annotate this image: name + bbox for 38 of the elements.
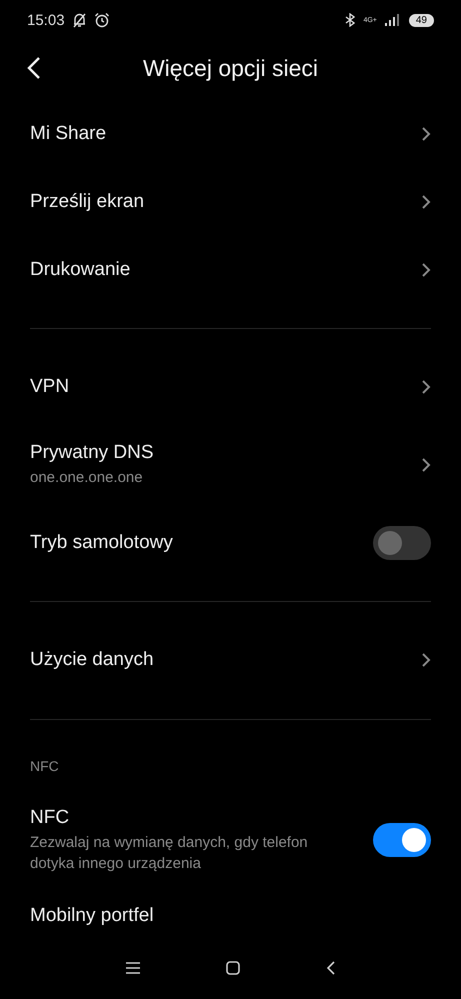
settings-item[interactable]: Mi Share (0, 100, 461, 168)
chevron-right-icon (421, 126, 431, 142)
toggle-switch[interactable] (373, 526, 431, 560)
chevron-left-icon (26, 56, 42, 80)
setting-title: NFC (30, 806, 70, 829)
chevron-right-icon (421, 379, 431, 396)
setting-title: Mobilny portfel (30, 905, 155, 928)
setting-description: one.one.one.one (30, 468, 144, 488)
setting-title: Mi Share (30, 123, 108, 145)
settings-item[interactable]: Drukowanie (0, 236, 461, 304)
chevron-right-icon (421, 457, 431, 474)
setting-title: Drukowanie (30, 259, 132, 281)
chevron-left-icon (326, 961, 336, 975)
section-header: NFC (29, 757, 60, 776)
setting-title: Prywatny DNS (30, 442, 155, 464)
toggle-switch[interactable] (373, 823, 431, 858)
menu-icon (126, 962, 140, 974)
settings-item[interactable]: Prywatny DNS one.one.one.one (0, 421, 461, 510)
chevron-right-icon (421, 652, 431, 668)
settings-item[interactable]: Mobilny portfel (0, 891, 461, 945)
settings-item[interactable]: Użycie danych (0, 626, 461, 694)
square-icon (226, 961, 240, 975)
alarm-clock-icon (94, 12, 110, 28)
setting-title: Prześlij ekran (30, 191, 146, 213)
chevron-right-icon (421, 262, 431, 278)
settings-item[interactable]: VPN (0, 353, 461, 422)
signal-icon (384, 14, 401, 26)
setting-description: Zezwalaj na wymianę danych, gdy telefon dotyka innego urządzenia (30, 832, 309, 874)
page-title: Więcej opcji sieci (142, 54, 318, 82)
bluetooth-icon (345, 13, 356, 27)
settings-item[interactable]: Prześlij ekran (0, 168, 461, 236)
setting-title: Tryb samolotowy (30, 532, 174, 554)
chevron-right-icon (421, 194, 431, 210)
setting-title: VPN (30, 376, 70, 398)
clock-time: 15:03 (27, 12, 65, 28)
battery-indicator: 49 (408, 14, 434, 26)
bell-off-icon (72, 12, 87, 28)
setting-title: Użycie danych (30, 649, 155, 672)
